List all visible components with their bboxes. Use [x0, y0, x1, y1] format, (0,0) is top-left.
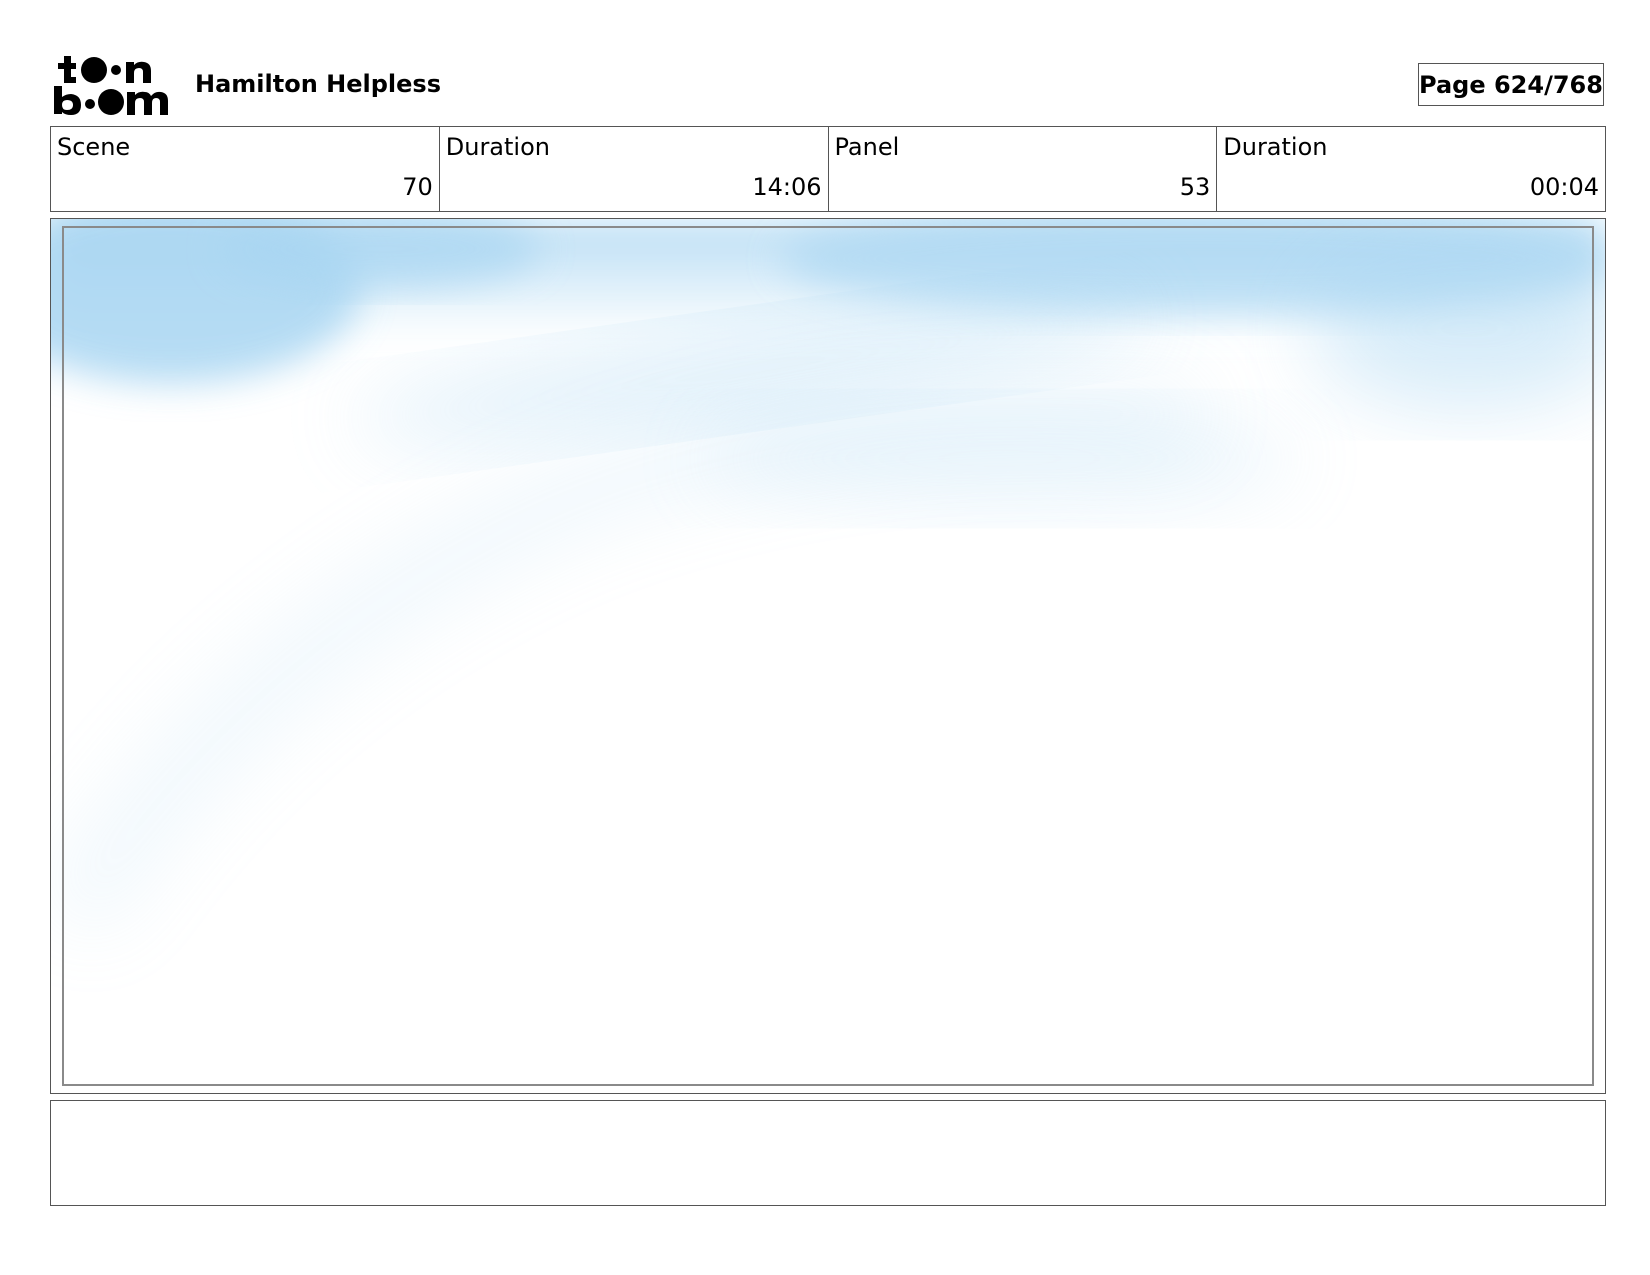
scene-cell: Scene 70 — [51, 127, 440, 211]
panel-duration-value: 00:04 — [1529, 173, 1599, 201]
scene-info-table: Scene 70 Duration 14:06 Panel 53 Duratio… — [50, 126, 1606, 212]
panel-value: 53 — [1179, 173, 1211, 201]
toon-boom-logo-icon — [54, 56, 168, 115]
panel-duration-label: Duration — [1223, 133, 1328, 161]
scene-duration-value: 14:06 — [752, 173, 822, 201]
panel-duration-cell: Duration 00:04 — [1217, 127, 1605, 211]
panel-cell: Panel 53 — [829, 127, 1218, 211]
camera-safe-frame — [62, 226, 1594, 1086]
scene-value: 70 — [402, 173, 433, 201]
scene-duration-label: Duration — [445, 133, 550, 161]
storyboard-panel — [50, 218, 1606, 1094]
scene-duration-cell: Duration 14:06 — [440, 127, 829, 211]
scene-label: Scene — [57, 133, 131, 161]
panel-label: Panel — [834, 133, 900, 161]
panel-notes-box — [50, 1100, 1606, 1206]
toon-boom-logo — [54, 54, 170, 116]
page-indicator: Page 624/768 — [1418, 63, 1604, 106]
project-title: Hamilton Helpless — [195, 70, 441, 98]
